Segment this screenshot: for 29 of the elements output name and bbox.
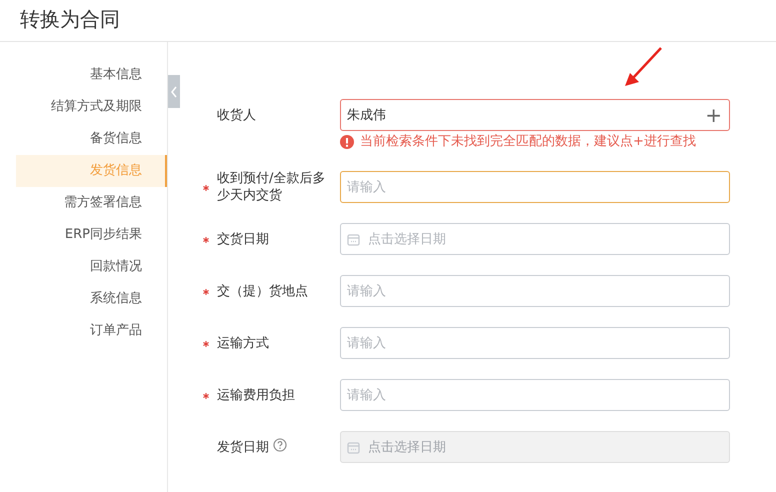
input-field[interactable]: 请输入	[340, 379, 730, 411]
add-button[interactable]: +	[705, 105, 722, 125]
input-field[interactable]: 请输入	[340, 327, 730, 359]
date-picker-field: 点击选择日期	[340, 431, 730, 463]
sidebar-item[interactable]: 回款情况	[16, 251, 167, 283]
field-label: 交货日期	[217, 230, 269, 248]
field-label: 收到预付/全款后多少天内交货	[217, 170, 326, 204]
page-title: 转换为合同	[19, 6, 120, 33]
sidebar-item[interactable]: 结算方式及期限	[16, 91, 167, 123]
error-message: 当前检索条件下未找到完全匹配的数据，建议点+进行查找	[360, 134, 696, 150]
sidebar-item[interactable]: 需方签署信息	[16, 187, 167, 219]
input-field[interactable]: 请输入	[340, 171, 730, 203]
field-label: 运输费用负担	[217, 386, 295, 404]
input-field[interactable]: 请输入	[340, 275, 730, 307]
sidebar-item[interactable]: 基本信息	[16, 59, 167, 91]
calendar-icon	[347, 440, 360, 454]
collapse-handle[interactable]	[168, 75, 180, 108]
calendar-icon	[347, 232, 360, 246]
chevron-left-icon	[170, 86, 178, 98]
field-label: 发货日期	[217, 438, 269, 456]
sidebar-item[interactable]: ERP同步结果	[16, 219, 167, 251]
annotation-arrow	[623, 46, 663, 87]
sidebar-item[interactable]: 系统信息	[16, 283, 167, 315]
sidebar-item[interactable]: 备货信息	[16, 123, 167, 155]
field-label: 收货人	[217, 106, 256, 124]
field-label: 交（提）货地点	[217, 282, 308, 300]
error-icon	[340, 135, 354, 149]
sidebar-item[interactable]: 订单产品	[16, 315, 167, 347]
field-label: 运输方式	[217, 334, 269, 352]
